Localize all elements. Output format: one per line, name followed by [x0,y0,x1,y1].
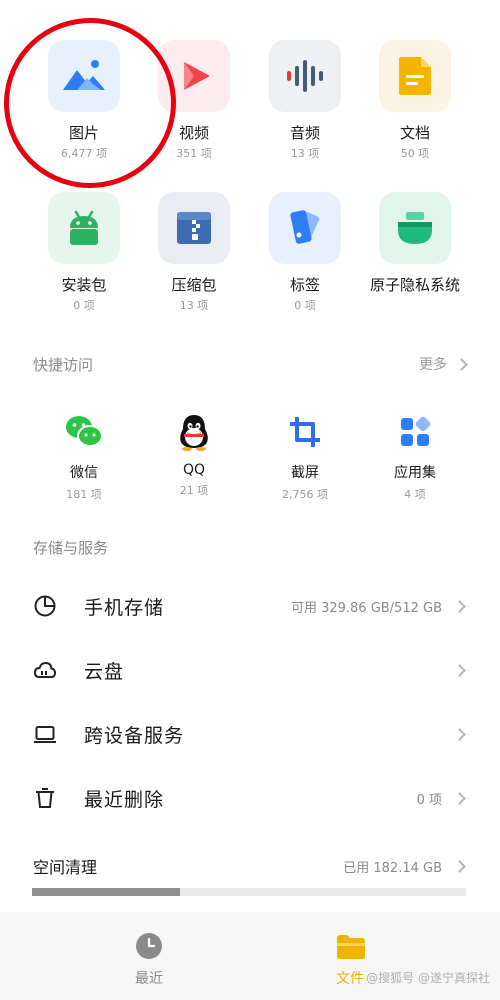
row-label: 跨设备服务 [84,724,185,747]
quick-item-name: 微信 [70,465,98,481]
chevron-right-icon [453,727,466,741]
more-label: 更多 [419,357,447,373]
category-name: 音频 [289,124,320,142]
apk-tile [48,192,120,264]
category-name: 标签 [289,276,320,294]
row-label: 最近删除 [84,788,165,811]
cleanup-label: 空间清理 [33,858,98,877]
quick-item-name: 截屏 [291,465,319,481]
quick-item-screenshots[interactable]: 截屏 2,756 项 [250,412,360,502]
clock-icon [135,932,163,960]
audio-icon [287,60,323,92]
nav-recent[interactable]: 最近 [109,932,189,988]
watermark: @搜狐号 @遂宁真探社 [366,971,490,985]
chevron-right-icon [453,663,466,677]
category-name: 视频 [178,124,209,142]
qq-icon [174,412,214,452]
category-count: 351 项 [176,147,212,160]
quick-item-qq[interactable]: QQ 21 项 [139,412,249,498]
phone-storage-row[interactable]: 手机存储 可用 329.86 GB/512 GB [0,574,500,638]
privacy-icon [398,212,432,244]
chevron-right-icon [453,791,466,805]
category-apk[interactable]: 安装包 0 项 [29,192,139,313]
chevron-right-icon [453,599,466,613]
row-label: 手机存储 [84,596,165,619]
category-count: 0 项 [73,299,95,312]
zip-icon [177,212,211,244]
quick-access-title: 快捷访问 [33,356,94,374]
quick-item-count: 181 项 [66,488,102,501]
quick-item-name: 应用集 [394,465,436,481]
laptop-icon [34,726,56,743]
recently-deleted-row[interactable]: 最近删除 0 项 [0,766,500,830]
category-images[interactable]: 图片 6,477 项 [29,40,139,161]
document-icon [399,57,431,95]
category-audio[interactable]: 音频 13 项 [250,40,360,161]
chevron-right-icon [453,860,466,873]
category-count: 13 项 [179,299,209,312]
category-name: 安装包 [61,276,107,294]
quick-item-app-collection[interactable]: 应用集 4 项 [360,412,470,502]
quick-item-count: 4 项 [404,488,426,501]
category-name: 文档 [399,124,430,142]
app-collection-icon [395,412,435,452]
row-value: 0 项 [416,792,442,808]
row-value: 可用 329.86 GB/512 GB [290,600,442,616]
android-icon [70,210,98,245]
quick-item-wechat[interactable]: 微信 181 项 [29,412,139,502]
storage-usage-bar [32,888,466,896]
category-videos[interactable]: 视频 351 项 [139,40,249,161]
cloud-icon [33,661,57,678]
folder-icon [336,932,365,960]
nav-label: 最近 [135,971,163,987]
category-count: 50 项 [400,147,430,160]
cleanup-value: 已用 182.14 GB [343,861,442,876]
category-count: 6,477 项 [61,147,107,160]
cross-device-row[interactable]: 跨设备服务 [0,702,500,766]
category-archives[interactable]: 压缩包 13 项 [139,192,249,313]
category-name: 原子隐私系统 [369,276,460,294]
bottom-nav: 最近 文件 @搜狐号 @遂宁真探社 [0,912,500,1000]
trash-icon [36,788,54,808]
category-name: 压缩包 [171,276,217,294]
video-icon [184,62,210,90]
quick-access-more[interactable]: 更多 [419,354,468,374]
category-documents[interactable]: 文档 50 项 [360,40,470,161]
document-tile [379,40,451,112]
crop-icon [285,412,325,452]
category-count: 13 项 [290,147,320,160]
row-label: 云盘 [84,660,125,683]
image-icon [63,60,105,90]
storage-usage-fill [32,888,180,896]
quick-item-count: 2,756 项 [282,488,328,501]
wechat-icon [64,412,104,452]
image-tile [48,40,120,112]
category-name: 图片 [68,124,99,142]
quick-item-name: QQ [182,462,206,478]
space-cleanup[interactable]: 空间清理 已用 182.14 GB [0,832,500,912]
category-privacy[interactable]: 原子隐私系统 [360,192,470,295]
audio-tile [269,40,341,112]
tag-tile [269,192,341,264]
storage-section-title: 存储与服务 [33,539,109,557]
video-tile [158,40,230,112]
tag-icon [290,210,320,244]
chevron-right-icon [455,357,468,371]
privacy-tile [379,192,451,264]
category-tags[interactable]: 标签 0 项 [250,192,360,313]
quick-item-count: 21 项 [179,484,209,497]
cloud-drive-row[interactable]: 云盘 [0,638,500,702]
archive-tile [158,192,230,264]
category-count: 0 项 [294,299,316,312]
pie-chart-icon [34,595,56,617]
